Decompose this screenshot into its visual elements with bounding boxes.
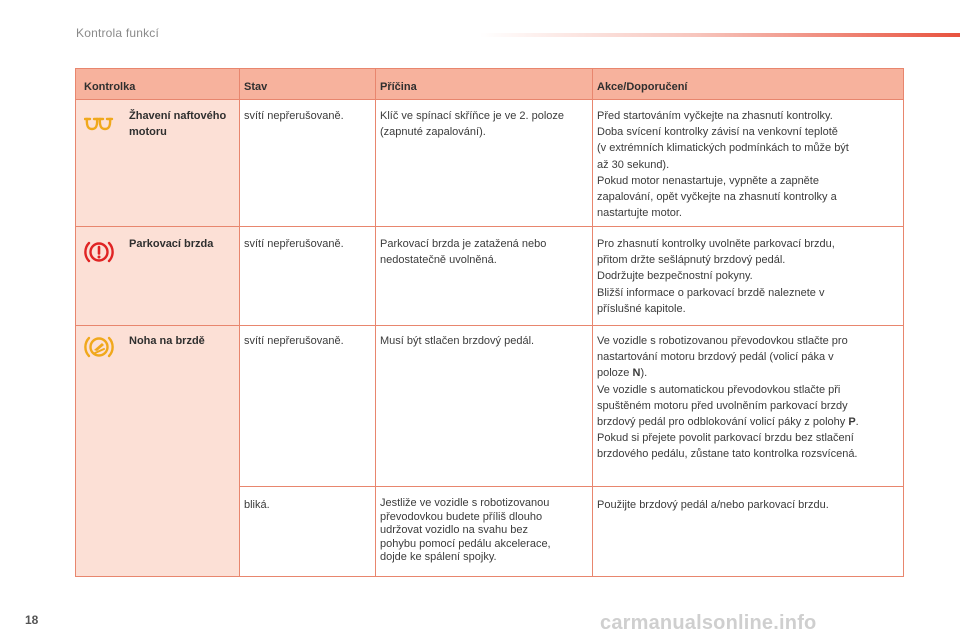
action-line: poloze N). [597, 365, 902, 381]
action-text-fragment: brzdový pedál pro odblokování volicí pák… [597, 416, 849, 429]
foot-on-brake-icon [83, 334, 115, 360]
action-line: přitom držte sešlápnutý brzdový pedál. [597, 254, 786, 267]
col-divider [239, 69, 240, 576]
action-line: brzdového pedálu, zůstane tato kontrolka… [597, 448, 858, 461]
cause-line: převodovkou budete příliš dlouho [380, 510, 543, 523]
parking-brake-icon [83, 239, 115, 265]
cause-line: dojde ke spálení spojky. [380, 551, 497, 563]
action-line: Dodržujte bezpečnostní pokyny. [597, 270, 753, 283]
state-text: svítí nepřerušovaně. [244, 238, 344, 250]
gear-position-p: P [848, 416, 856, 429]
header-pricina: Příčina [380, 81, 417, 93]
glow-plug-icon [84, 114, 114, 134]
action-line: Pro zhasnutí kontrolky uvolněte parkovac… [597, 238, 835, 250]
action-text: Použijte brzdový pedál a/nebo parkovací … [597, 499, 829, 511]
state-text: bliká. [244, 499, 270, 511]
indicator-name: Noha na brzdě [129, 335, 205, 347]
cause-line: udržovat vozidlo na svahu bez [380, 524, 528, 536]
col-divider [121, 100, 122, 576]
action-line: Ve vozidle s robotizovanou převodovkou s… [597, 335, 848, 347]
action-text-fragment: poloze [597, 367, 633, 380]
action-line: nastartujte motor. [597, 207, 682, 220]
action-text-fragment: ). [640, 367, 648, 380]
warning-lights-table: Kontrolka Stav Příčina Akce/Doporučení Ž… [75, 68, 904, 577]
action-line: zapalování, opět vyčkejte na zhasnutí ko… [597, 191, 837, 204]
action-line: spuštěném motoru před uvolněním parkovac… [597, 399, 848, 412]
state-text: svítí nepřerušovaně. [244, 335, 344, 347]
action-line: Ve vozidle s automatickou převodovkou st… [597, 383, 841, 396]
action-text: Ve vozidle s robotizovanou převodovkou s… [597, 333, 902, 463]
action-line: Pokud motor nenastartuje, vypněte a zapn… [597, 174, 819, 187]
state-text: svítí nepřerušovaně. [244, 110, 344, 122]
row-divider [76, 226, 903, 227]
action-line: Před startováním vyčkejte na zhasnutí ko… [597, 110, 833, 122]
indicator-name: Parkovací brzda [129, 238, 214, 250]
row-divider [239, 486, 903, 487]
action-line: Pokud si přejete povolit parkovací brzdu… [597, 432, 854, 445]
action-line: nastartování motoru brzdový pedál (volic… [597, 351, 834, 364]
action-line: příslušné kapitole. [597, 302, 686, 315]
table-header-row: Kontrolka Stav Příčina Akce/Doporučení [76, 69, 903, 100]
action-line: až 30 sekund). [597, 158, 670, 171]
indicator-name: Žhavení naftového motoru [129, 110, 227, 139]
action-line: (v extrémních klimatických podmínkách to… [597, 142, 849, 155]
header-kontrolka: Kontrolka [84, 81, 136, 93]
action-text: Pro zhasnutí kontrolky uvolněte parkovac… [597, 236, 897, 317]
page-number: 18 [25, 613, 39, 627]
action-text-fragment: . [855, 416, 859, 429]
section-title: Kontrola funkcí [76, 26, 160, 40]
cause-text: Musí být stlačen brzdový pedál. [380, 335, 535, 347]
cause-text: Jestliže ve vozidle s robotizovanou přev… [380, 497, 590, 565]
action-line: brzdový pedál pro odblokování volicí pák… [597, 414, 902, 430]
header-stav: Stav [244, 81, 268, 93]
cause-text: Klíč ve spínací skříňce je ve 2. poloze … [380, 110, 565, 139]
action-line: Doba svícení kontrolky závisí na venkovn… [597, 126, 838, 139]
action-text: Před startováním vyčkejte na zhasnutí ko… [597, 108, 897, 221]
header-accent-bar [480, 33, 960, 37]
header-akce: Akce/Doporučení [597, 81, 688, 93]
col-divider [375, 69, 376, 576]
row-divider [76, 325, 903, 326]
action-line: Bližší informace o parkovací brzdě nalez… [597, 286, 825, 299]
watermark: carmanualsonline.info [600, 612, 817, 634]
cause-line: Jestliže ve vozidle s robotizovanou [380, 497, 550, 509]
col-divider [592, 69, 593, 576]
cause-text: Parkovací brzda je zatažená nebo nedosta… [380, 238, 547, 267]
cause-line: pohybu pomocí pedálu akcelerace, [380, 537, 551, 550]
